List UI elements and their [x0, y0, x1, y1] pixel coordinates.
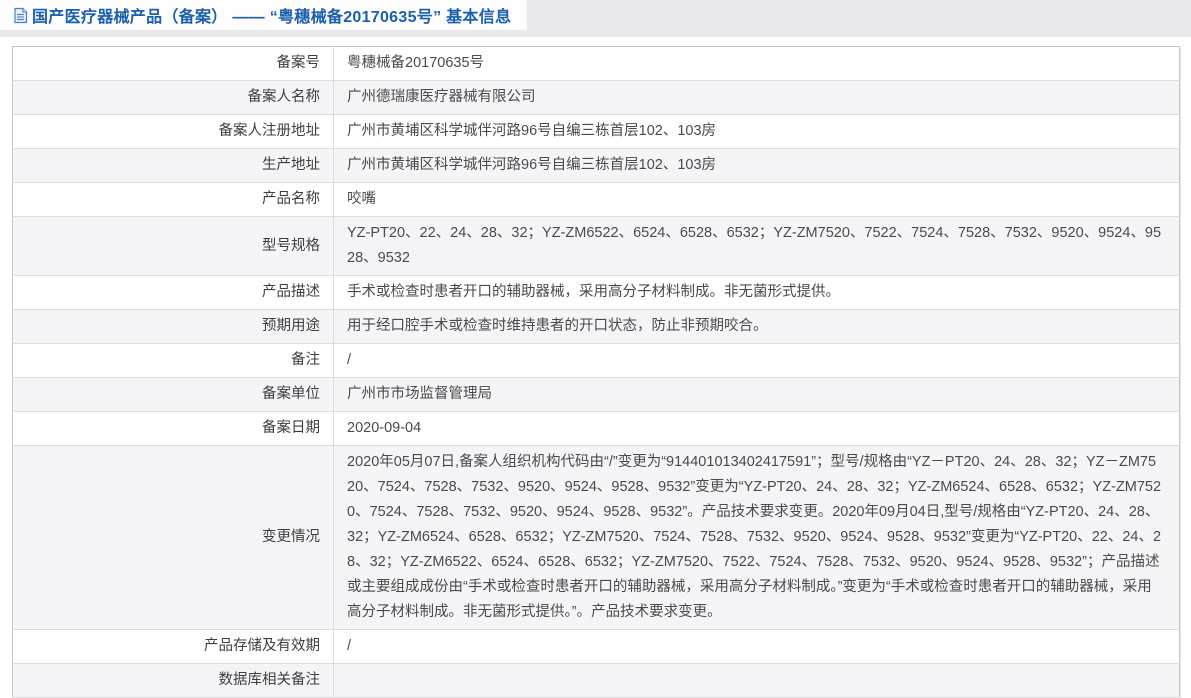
page-title: 国产医疗器械产品（备案） —— “粤穗械备20170635号” 基本信息 — [32, 9, 512, 26]
row-value: / — [347, 352, 352, 368]
table-row: 备注 / — [12, 343, 1180, 378]
table-row: 备案人名称 广州德瑞康医疗器械有限公司 — [12, 80, 1180, 115]
row-label: 型号规格 — [12, 216, 334, 276]
row-value: 咬嘴 — [347, 191, 376, 207]
table-row: 型号规格 YZ-PT20、22、24、28、32；YZ-ZM6522、6524、… — [12, 216, 1180, 276]
row-label: 数据库相关备注 — [12, 663, 334, 698]
row-value: 手术或检查时患者开口的辅助器械，采用高分子材料制成。非无菌形式提供。 — [347, 284, 840, 300]
table-row: 变更情况 2020年05月07日,备案人组织机构代码由“/”变更为“914401… — [12, 445, 1180, 630]
page-title-tab: 国产医疗器械产品（备案） —— “粤穗械备20170635号” 基本信息 — [0, 0, 528, 30]
row-label: 备案人注册地址 — [12, 114, 334, 149]
table-row: 生产地址 广州市黄埔区科学城伴河路96号自编三栋首层102、103房 — [12, 148, 1180, 183]
table-row: 产品存储及有效期 / — [12, 629, 1180, 664]
row-label: 备案单位 — [12, 377, 334, 412]
row-label: 产品存储及有效期 — [12, 629, 334, 664]
row-value: 广州市市场监督管理局 — [347, 386, 492, 402]
table-row: 数据库相关备注 — [12, 663, 1180, 698]
info-table: 备案号 粤穗械备20170635号 备案人名称 广州德瑞康医疗器械有限公司 备案… — [12, 46, 1180, 698]
row-value: 粤穗械备20170635号 — [347, 55, 485, 71]
table-row: 备案人注册地址 广州市黄埔区科学城伴河路96号自编三栋首层102、103房 — [12, 114, 1180, 149]
row-value: 广州市黄埔区科学城伴河路96号自编三栋首层102、103房 — [347, 123, 717, 139]
row-label: 预期用途 — [12, 309, 334, 344]
row-value — [334, 664, 1180, 698]
table-row: 备案日期 2020-09-04 — [12, 411, 1180, 446]
table-row: 预期用途 用于经口腔手术或检查时维持患者的开口状态，防止非预期咬合。 — [12, 309, 1180, 344]
row-value: 用于经口腔手术或检查时维持患者的开口状态，防止非预期咬合。 — [347, 318, 768, 334]
row-label: 生产地址 — [12, 148, 334, 183]
row-value: 广州市黄埔区科学城伴河路96号自编三栋首层102、103房 — [347, 157, 717, 173]
row-label: 备案号 — [12, 46, 334, 81]
info-table-body: 备案号 粤穗械备20170635号 备案人名称 广州德瑞康医疗器械有限公司 备案… — [12, 46, 1180, 698]
header-bar: 国产医疗器械产品（备案） —— “粤穗械备20170635号” 基本信息 — [0, 0, 1191, 37]
table-row: 产品名称 咬嘴 — [12, 182, 1180, 217]
content-area: 备案号 粤穗械备20170635号 备案人名称 广州德瑞康医疗器械有限公司 备案… — [0, 37, 1191, 698]
row-label: 备案日期 — [12, 411, 334, 446]
document-icon — [13, 7, 28, 24]
table-row: 产品描述 手术或检查时患者开口的辅助器械，采用高分子材料制成。非无菌形式提供。 — [12, 275, 1180, 310]
row-label: 变更情况 — [12, 445, 334, 630]
row-value: / — [347, 638, 352, 654]
table-row: 备案单位 广州市市场监督管理局 — [12, 377, 1180, 412]
row-label: 产品描述 — [12, 275, 334, 310]
page: 国产医疗器械产品（备案） —— “粤穗械备20170635号” 基本信息 备案号… — [0, 0, 1191, 698]
table-row: 备案号 粤穗械备20170635号 — [12, 46, 1180, 81]
row-label: 产品名称 — [12, 182, 334, 217]
row-value: YZ-PT20、22、24、28、32；YZ-ZM6522、6524、6528、… — [347, 225, 1162, 266]
row-value: 广州德瑞康医疗器械有限公司 — [347, 89, 536, 105]
row-label: 备注 — [12, 343, 334, 378]
row-label: 备案人名称 — [12, 80, 334, 115]
row-value: 2020-09-04 — [347, 420, 422, 436]
row-value: 2020年05月07日,备案人组织机构代码由“/”变更为“91440101340… — [347, 454, 1162, 620]
